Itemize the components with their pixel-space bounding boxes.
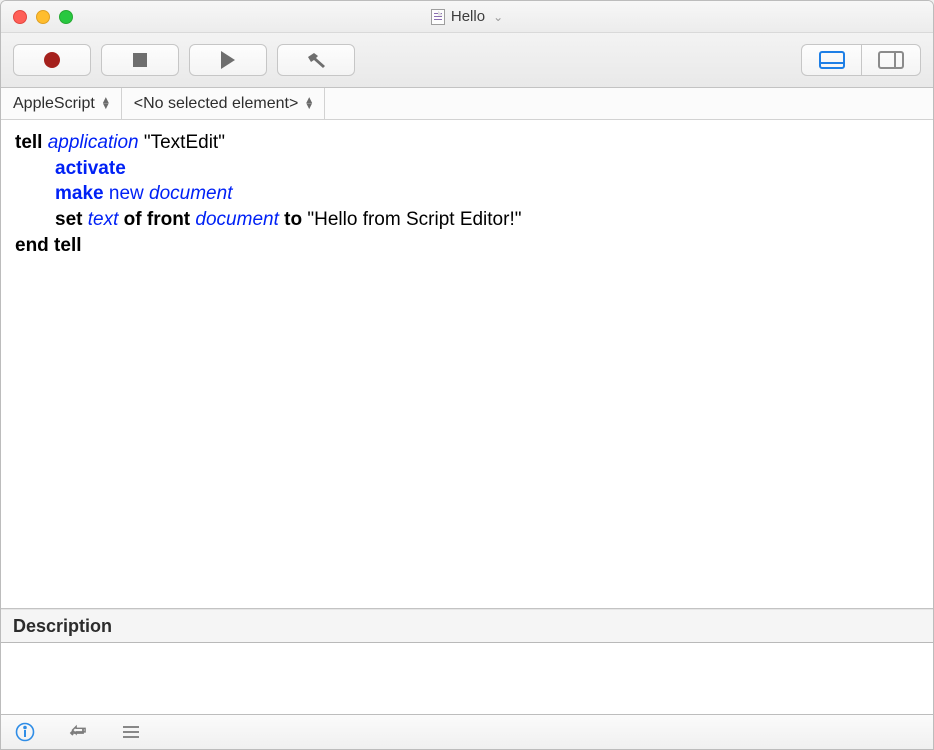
element-path-label: <No selected element> xyxy=(134,95,299,113)
kw-tell: tell xyxy=(15,132,42,153)
hammer-icon xyxy=(305,50,327,70)
navigation-bar: AppleScript ▲▼ <No selected element> ▲▼ xyxy=(1,88,933,120)
updown-icon: ▲▼ xyxy=(101,98,111,110)
run-button[interactable] xyxy=(189,44,267,76)
stop-icon xyxy=(133,53,147,67)
window-title[interactable]: Hello ⌄ xyxy=(431,8,503,25)
minimize-button[interactable] xyxy=(36,10,50,24)
kw-make: make xyxy=(55,183,104,204)
element-path-selector[interactable]: <No selected element> ▲▼ xyxy=(122,88,325,119)
script-editor-window: Hello ⌄ xyxy=(0,0,934,750)
view-mode-side-panel[interactable] xyxy=(861,44,921,76)
view-mode-bottom-panel[interactable] xyxy=(801,44,861,76)
statusbar xyxy=(1,715,933,749)
title-chevron-icon: ⌄ xyxy=(493,10,503,24)
kw-end-tell: end tell xyxy=(15,235,82,256)
traffic-lights xyxy=(13,10,73,24)
kw-activate: activate xyxy=(55,158,126,179)
description-label: Description xyxy=(13,616,112,637)
kw-document: document xyxy=(149,183,232,204)
app-name-literal: "TextEdit" xyxy=(144,132,225,153)
result-pane-button[interactable] xyxy=(67,723,89,741)
window-title-text: Hello xyxy=(451,8,485,25)
kw-front: front xyxy=(147,209,190,230)
toolbar xyxy=(1,33,933,88)
string-literal: "Hello from Script Editor!" xyxy=(307,209,521,230)
kw-to: to xyxy=(284,209,302,230)
record-button[interactable] xyxy=(13,44,91,76)
compile-button[interactable] xyxy=(277,44,355,76)
language-selector[interactable]: AppleScript ▲▼ xyxy=(1,88,122,119)
script-source-editor[interactable]: tell application "TextEdit" activate mak… xyxy=(1,120,933,609)
bundle-info-button[interactable] xyxy=(15,722,35,742)
kw-text: text xyxy=(88,209,119,230)
record-icon xyxy=(44,52,60,68)
kw-new: new xyxy=(109,183,144,204)
kw-of: of xyxy=(124,209,142,230)
log-pane-button[interactable] xyxy=(121,724,141,740)
view-mode-segmented xyxy=(801,44,921,76)
description-panel-header[interactable]: Description xyxy=(1,609,933,643)
stop-button[interactable] xyxy=(101,44,179,76)
play-icon xyxy=(221,51,235,69)
titlebar[interactable]: Hello ⌄ xyxy=(1,1,933,33)
kw-application: application xyxy=(48,132,139,153)
language-selector-label: AppleScript xyxy=(13,95,95,113)
description-panel-body[interactable] xyxy=(1,643,933,715)
zoom-button[interactable] xyxy=(59,10,73,24)
kw-set: set xyxy=(55,209,82,230)
updown-icon: ▲▼ xyxy=(304,98,314,110)
document-icon xyxy=(431,9,445,25)
close-button[interactable] xyxy=(13,10,27,24)
kw-document-2: document xyxy=(195,209,278,230)
